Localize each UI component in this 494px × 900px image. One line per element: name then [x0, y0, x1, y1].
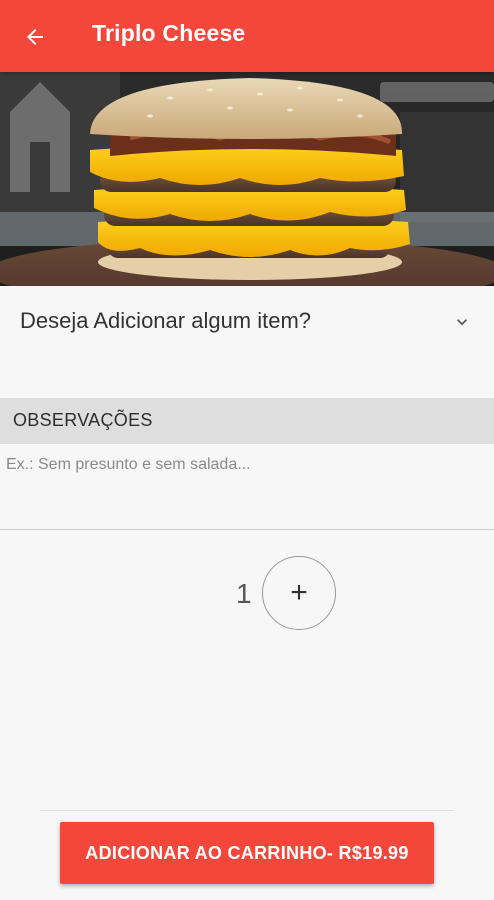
- quantity-value: 1: [236, 578, 252, 609]
- chevron-down-icon: [457, 319, 467, 326]
- plus-icon: +: [290, 576, 308, 609]
- observations-header: OBSERVAÇÕES: [0, 398, 494, 444]
- app-bar: Triplo Cheese: [0, 0, 494, 72]
- product-image: [0, 72, 494, 286]
- increase-quantity-button[interactable]: +: [262, 556, 336, 630]
- observations-input[interactable]: [0, 446, 494, 530]
- add-to-cart-button[interactable]: ADICIONAR AO CARRINHO- R$19.99: [60, 822, 434, 884]
- burger-photo: [0, 72, 494, 286]
- addons-dropdown[interactable]: Deseja Adicionar algum item?: [0, 286, 494, 366]
- observations-header-label: OBSERVAÇÕES: [13, 410, 153, 430]
- back-button[interactable]: [16, 18, 54, 56]
- arrow-left-icon: [27, 29, 43, 45]
- page-title: Triplo Cheese: [92, 20, 246, 46]
- addons-dropdown-label: Deseja Adicionar algum item?: [20, 308, 312, 333]
- divider: [40, 810, 454, 811]
